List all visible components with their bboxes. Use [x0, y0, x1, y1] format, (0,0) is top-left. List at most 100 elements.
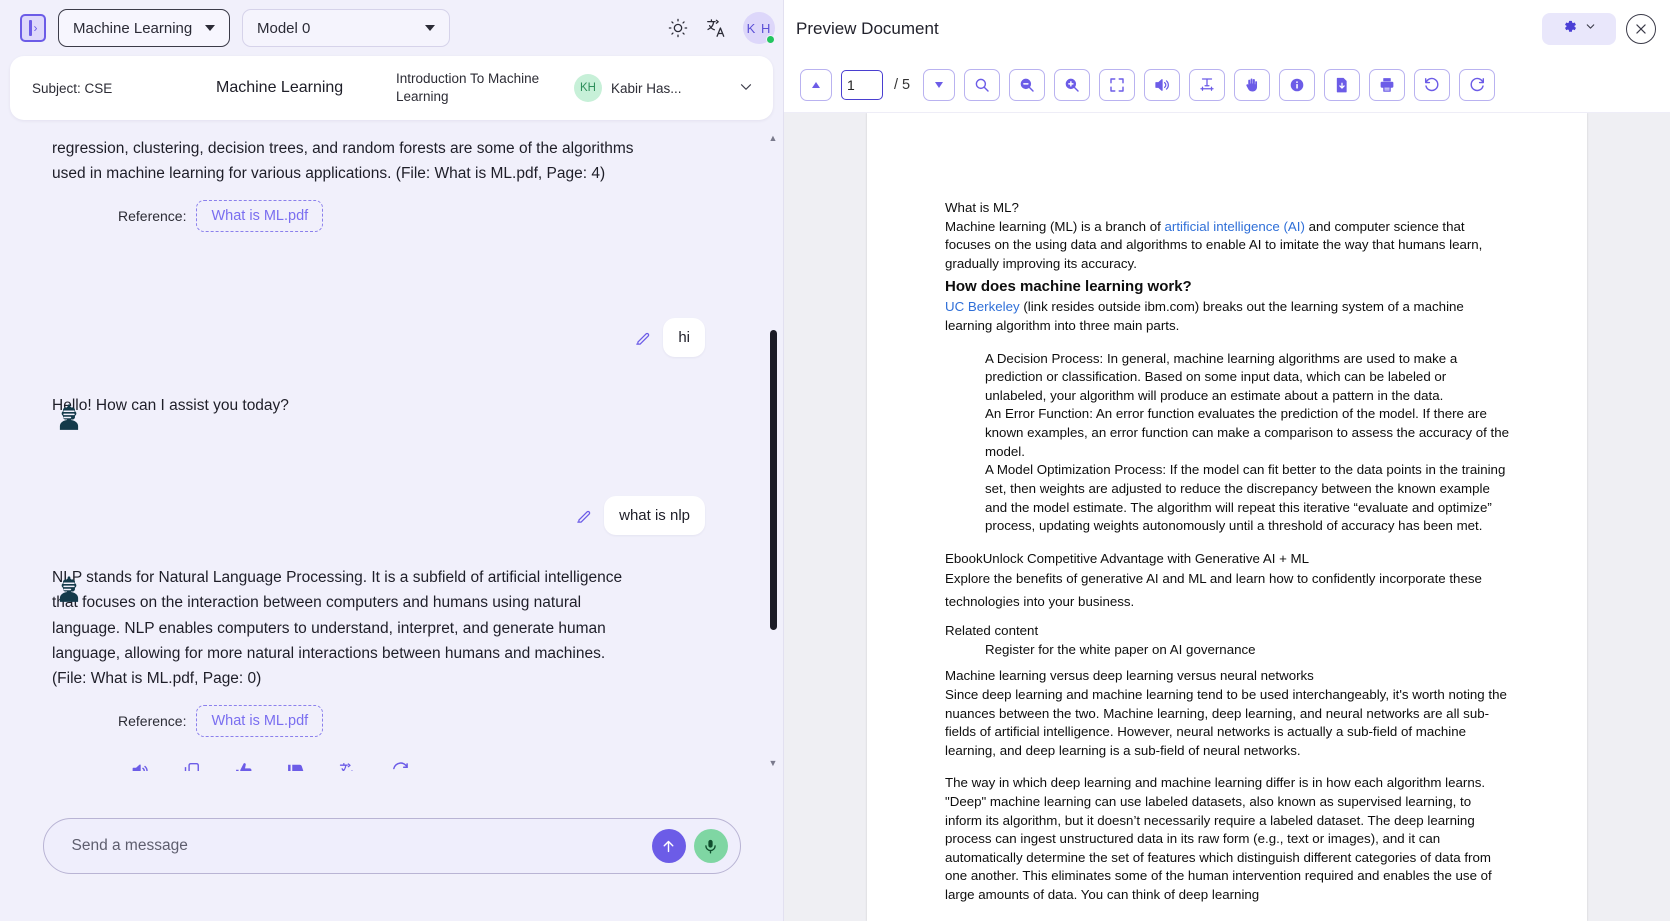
preview-header: Preview Document [784, 0, 1670, 57]
text-select-icon[interactable] [1189, 68, 1226, 101]
chat-message-assistant: NLP stands for Natural Language Processi… [0, 565, 761, 691]
chat-message-assistant: regression, clustering, decision trees, … [0, 130, 761, 186]
chevron-down-icon [205, 25, 215, 31]
zoom-in-icon[interactable] [1054, 68, 1091, 101]
microphone-button[interactable] [693, 829, 728, 863]
reference-label: Reference: [118, 712, 187, 729]
read-aloud-speaker-icon[interactable] [1144, 68, 1181, 101]
close-preview-button[interactable] [1626, 13, 1656, 44]
doc-link-ai[interactable]: artificial intelligence (AI) [1165, 219, 1305, 234]
doc-paragraph-1: Machine learning (ML) is a branch of art… [945, 218, 1509, 274]
pdf-viewport[interactable]: What is ML? Machine learning (ML) is a b… [784, 113, 1670, 921]
gear-icon [1561, 18, 1578, 40]
edit-message-icon[interactable] [575, 508, 592, 530]
user-message-text: what is nlp [604, 496, 705, 536]
search-icon[interactable] [964, 68, 1001, 101]
message-input[interactable] [71, 837, 652, 855]
rotate-right-icon[interactable] [1459, 68, 1496, 101]
hand-pan-icon[interactable] [1234, 68, 1271, 101]
reference-row: Reference: What is ML.pdf [118, 704, 761, 737]
doc-spacer [945, 659, 1509, 667]
doc-section-body: Since deep learning and machine learning… [945, 686, 1507, 758]
model-select-value: Model 0 [257, 19, 311, 37]
preview-settings-button[interactable] [1542, 12, 1616, 45]
thumbs-up-icon[interactable] [234, 761, 254, 771]
online-status-dot [766, 35, 775, 44]
scrollbar-thumb[interactable] [770, 330, 777, 630]
chat-message-list: regression, clustering, decision trees, … [0, 130, 783, 771]
course-name: Machine Learning [216, 79, 344, 96]
chevron-down-icon [1584, 20, 1597, 38]
composer-area [0, 771, 783, 921]
doc-related-title: Related content [945, 623, 1039, 639]
pdf-page-1: What is ML? Machine learning (ML) is a b… [867, 113, 1587, 921]
doc-link-uc-berkeley[interactable]: UC Berkeley [945, 299, 1020, 314]
avatar[interactable]: K H [743, 12, 775, 44]
download-document-icon[interactable] [1324, 68, 1361, 101]
doc-spacer [945, 536, 1509, 550]
speaker-icon[interactable] [130, 761, 150, 771]
assistant-message-text: regression, clustering, decision trees, … [52, 140, 634, 183]
message-action-bar [0, 761, 761, 771]
doc-heading-1: What is ML? [945, 200, 1019, 215]
doc-paragraph-2: UC Berkeley (link resides outside ibm.co… [945, 298, 1509, 335]
assistant-reference-block: Reference: What is ML.pdf [0, 704, 761, 737]
brightness-sun-icon[interactable] [667, 17, 689, 39]
reference-file-chip[interactable]: What is ML.pdf [196, 200, 324, 233]
chat-message-user: hi [0, 318, 761, 358]
doc-spacer [945, 614, 1509, 622]
reference-label: Reference: [118, 208, 187, 225]
sidebar-expand-icon[interactable]: › [20, 14, 46, 42]
chat-scrollbar[interactable]: ▲ ▼ [768, 132, 778, 769]
scroll-up-arrow-icon[interactable]: ▲ [768, 132, 778, 144]
course-select[interactable]: Machine Learning [58, 9, 230, 47]
translate-icon[interactable] [338, 761, 358, 771]
reference-file-chip[interactable]: What is ML.pdf [196, 704, 324, 737]
page-number-input[interactable] [841, 69, 883, 100]
doc-bullet-1: A Decision Process: In general, machine … [985, 350, 1458, 403]
sidebar-icon-chevron: › [33, 21, 38, 35]
course-user-name: Kabir Has... [611, 80, 682, 96]
bot-avatar-icon [54, 575, 84, 605]
previous-page-button[interactable] [800, 68, 832, 101]
doc-p2-rest: (link resides outside ibm.com) breaks ou… [945, 299, 1464, 334]
zoom-out-icon[interactable] [1009, 68, 1046, 101]
course-select-value: Machine Learning [73, 19, 193, 37]
app-root: › Machine Learning Model 0 K H Subject: … [0, 0, 1670, 921]
doc-section-title: Machine learning versus deep learning ve… [945, 668, 1314, 684]
chat-panel: › Machine Learning Model 0 K H Subject: … [0, 0, 783, 921]
user-message-text: hi [663, 318, 705, 358]
send-button[interactable] [651, 829, 686, 863]
doc-ebook-title: EbookUnlock Competitive Advantage with G… [945, 550, 1310, 566]
course-subject: Subject: CSE [32, 80, 113, 96]
reference-row: Reference: What is ML.pdf [118, 200, 761, 233]
doc-bullet-2: An Error Function: An error function eva… [985, 406, 1510, 459]
course-card-expand-icon[interactable] [737, 78, 755, 99]
assistant-message-text: Hello! How can I assist you today? [52, 397, 289, 415]
doc-heading-2: How does machine learning work? [945, 278, 1192, 296]
model-select[interactable]: Model 0 [242, 9, 450, 47]
chat-message-user: what is nlp [0, 496, 761, 536]
fit-to-screen-icon[interactable] [1099, 68, 1136, 101]
copy-icon[interactable] [182, 761, 202, 771]
doc-bullet-3: A Model Optimization Process: If the mod… [985, 462, 1506, 534]
page-title: Preview Document [796, 18, 939, 38]
doc-last-paragraph: The way in which deep learning and machi… [945, 775, 1492, 902]
sidebar-icon-bar [28, 20, 32, 36]
translate-icon[interactable] [705, 17, 727, 39]
doc-related-item: Register for the white paper on AI gover… [985, 641, 1256, 657]
print-icon[interactable] [1369, 68, 1406, 101]
refresh-icon[interactable] [390, 761, 410, 771]
rotate-left-icon[interactable] [1414, 68, 1451, 101]
next-page-button[interactable] [923, 68, 956, 101]
composer [42, 818, 741, 874]
scroll-down-arrow-icon[interactable]: ▼ [768, 757, 778, 769]
doc-p1-part-a: Machine learning (ML) is a branch of [945, 218, 1165, 234]
edit-message-icon[interactable] [634, 330, 651, 352]
course-info-card: Subject: CSE Machine Learning Introducti… [10, 56, 773, 120]
assistant-reference-block: Reference: What is ML.pdf [0, 200, 761, 233]
thumbs-down-icon[interactable] [286, 761, 306, 771]
assistant-message-text: NLP stands for Natural Language Processi… [52, 569, 623, 687]
chevron-down-icon [425, 25, 435, 31]
info-icon[interactable] [1279, 68, 1316, 101]
